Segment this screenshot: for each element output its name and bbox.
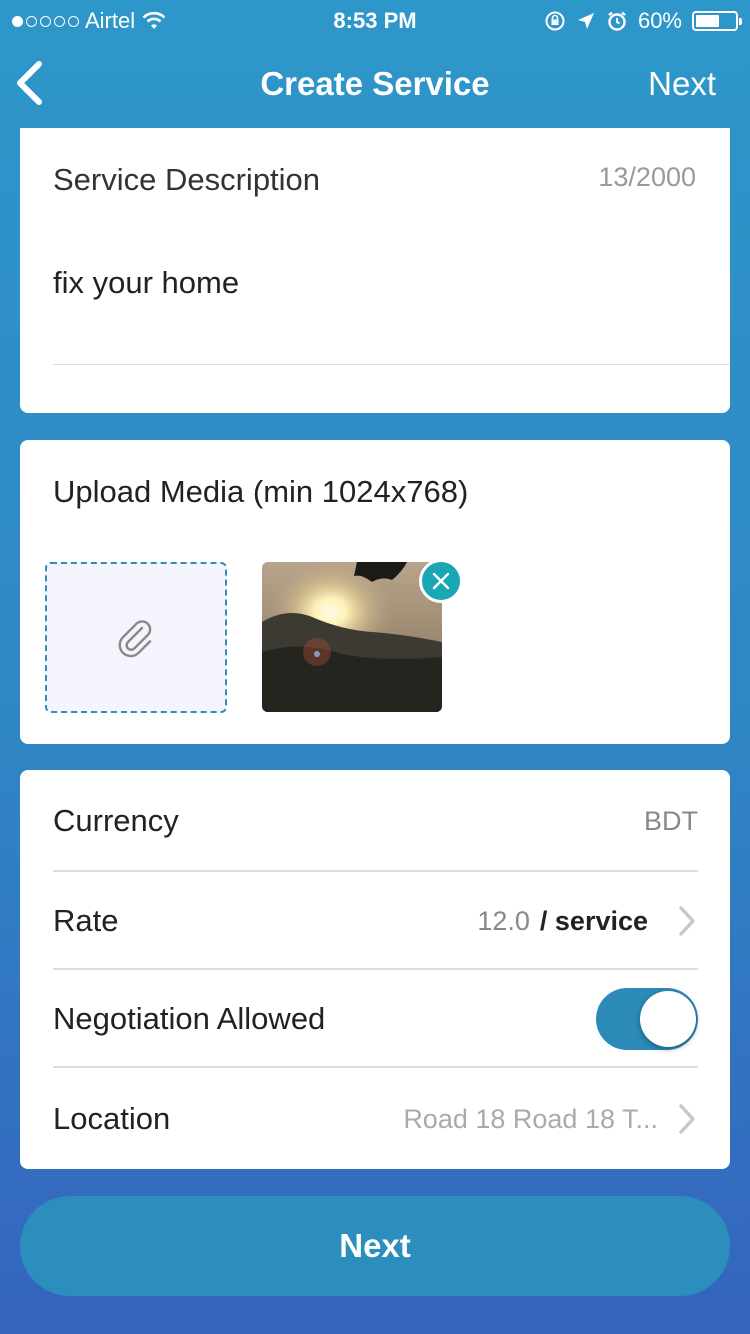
page-title: Create Service (260, 65, 490, 102)
currency-value: BDT (644, 805, 698, 836)
upload-media-card: Upload Media (min 1024x768) (20, 440, 730, 744)
uploaded-image-thumbnail[interactable] (262, 562, 442, 712)
navigation-bar: Create Service Next (0, 40, 750, 128)
rate-row[interactable]: Rate 12.0 / service (53, 872, 698, 970)
rate-value: 12.0 (477, 905, 530, 936)
rate-label: Rate (53, 903, 119, 938)
service-description-label: Service Description (53, 162, 321, 197)
currency-row[interactable]: Currency BDT (53, 772, 698, 870)
negotiation-row: Negotiation Allowed (53, 970, 698, 1068)
character-counter: 13/2000 (598, 162, 696, 192)
status-indicators: 60% (544, 8, 742, 34)
input-underline (53, 364, 730, 365)
nav-next-button[interactable]: Next (648, 65, 716, 103)
next-button[interactable]: Next (20, 1196, 730, 1296)
paperclip-icon (118, 619, 152, 657)
remove-image-button[interactable] (419, 559, 463, 603)
currency-label: Currency (53, 803, 179, 838)
location-value: Road 18 Road 18 T... (403, 1103, 658, 1134)
negotiation-label: Negotiation Allowed (53, 1001, 326, 1036)
negotiation-toggle[interactable] (596, 988, 698, 1050)
battery-percent: 60% (637, 8, 682, 33)
chevron-right-icon (679, 1104, 695, 1134)
battery-icon (692, 11, 742, 31)
service-description-card: Service Description 13/2000 fix your hom… (20, 128, 730, 413)
service-details-card: Currency BDT Rate 12.0 / service Negotia… (20, 770, 730, 1169)
upload-media-label: Upload Media (min 1024x768) (53, 474, 469, 509)
close-icon (432, 572, 450, 590)
rotation-lock-icon (545, 11, 565, 31)
service-description-input[interactable]: fix your home (53, 265, 239, 301)
sunset-photo (262, 562, 442, 712)
alarm-icon (608, 11, 626, 31)
location-arrow-icon (577, 13, 594, 29)
divider (53, 1066, 698, 1068)
status-bar: Airtel 8:53 PM 60% (0, 0, 750, 40)
attach-media-button[interactable] (45, 562, 227, 713)
rate-unit: / service (539, 905, 648, 936)
chevron-right-icon (679, 906, 695, 936)
location-label: Location (53, 1101, 171, 1136)
toggle-knob (640, 991, 696, 1047)
location-row[interactable]: Location Road 18 Road 18 T... (53, 1070, 698, 1168)
